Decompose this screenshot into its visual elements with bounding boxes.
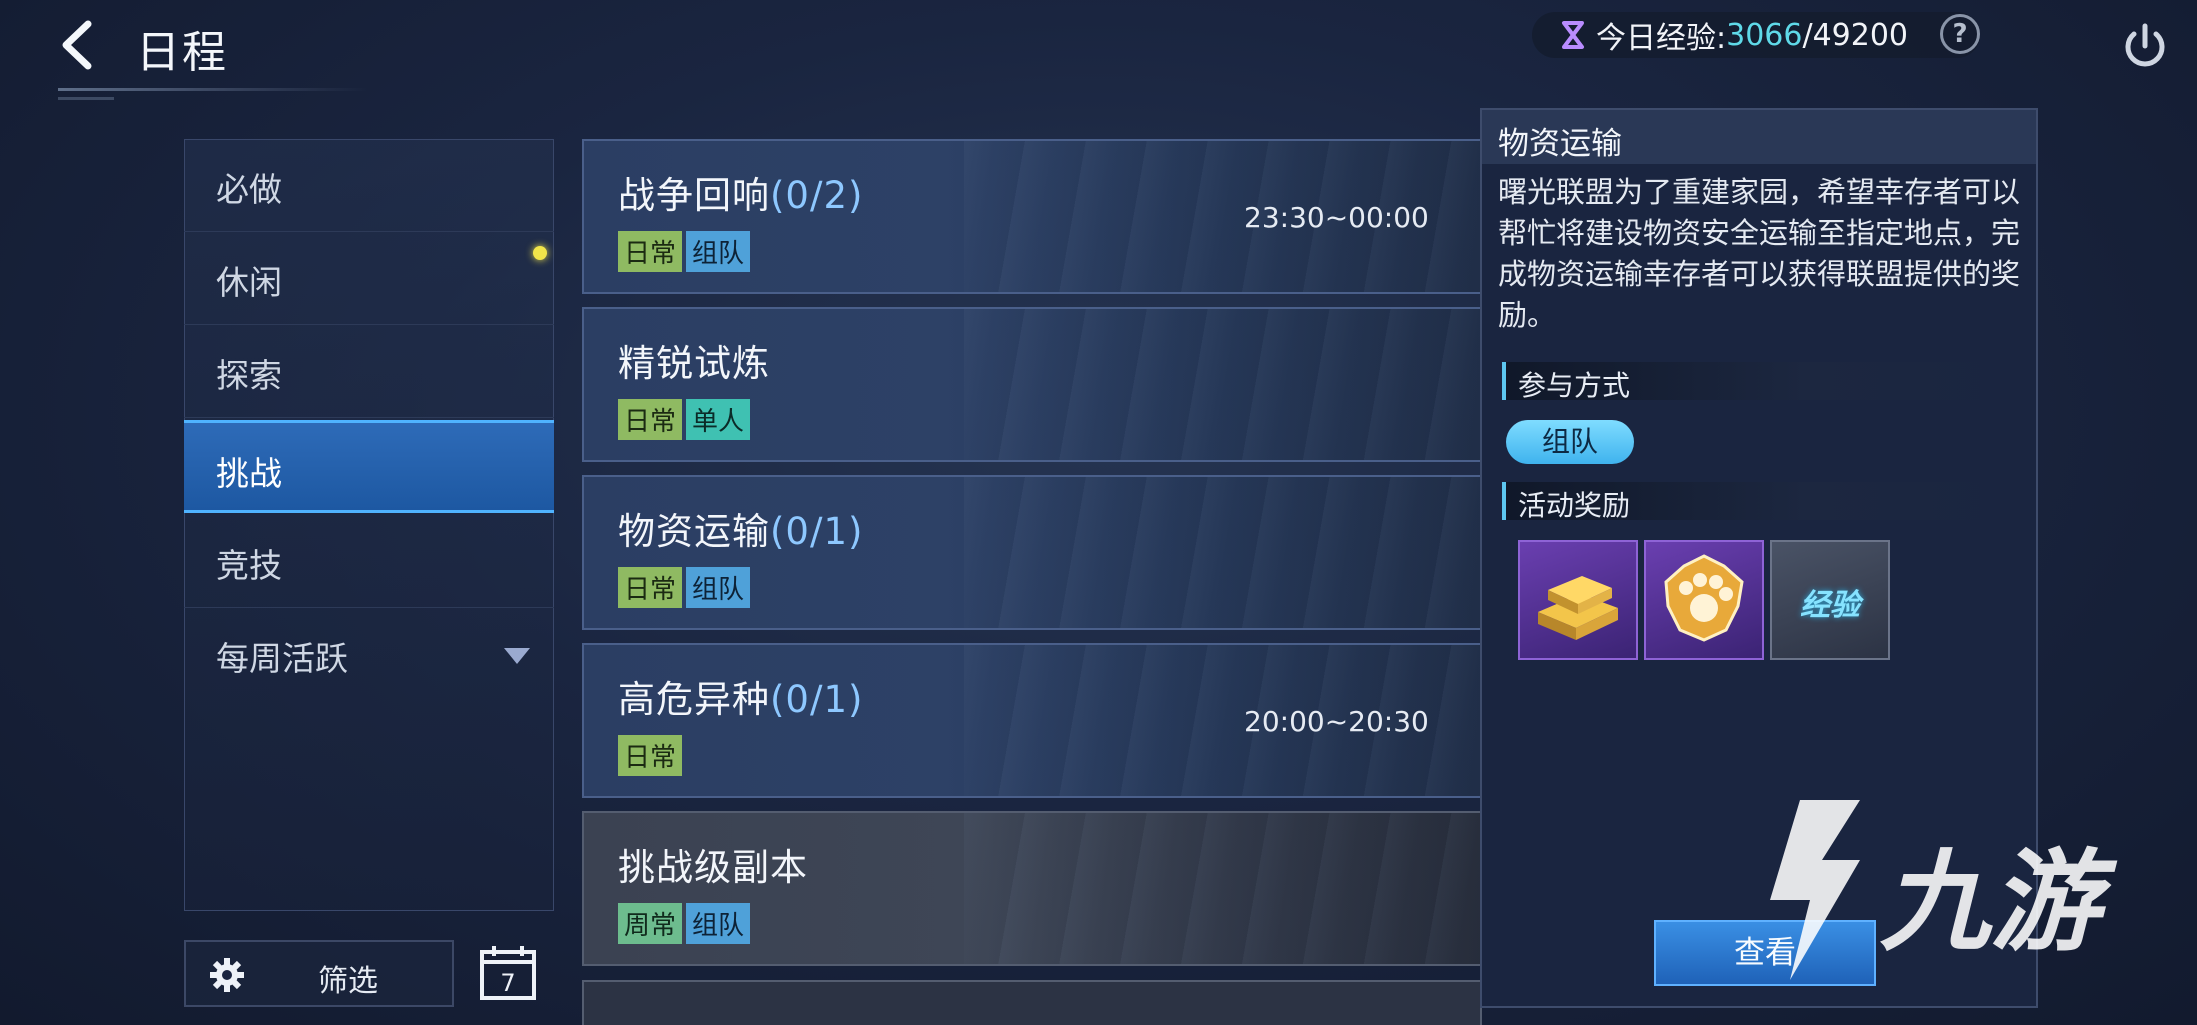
menu-item-compete[interactable]: 竞技 [184,515,554,608]
activity-card-supply-transport[interactable]: 物资运输(0/1) 日常 组队 [582,475,1482,630]
page-title: 日程 [136,27,228,78]
expand-triangle-icon[interactable] [504,648,530,664]
tag-daily: 日常 [618,399,683,440]
activity-card-elite-trial[interactable]: 精锐试炼 日常 单人 [582,307,1482,462]
notification-dot [533,246,547,260]
menu-item-challenge[interactable]: 挑战 [184,420,554,513]
reward-experience[interactable]: 经验 [1770,540,1890,660]
gear-icon [210,958,244,992]
tag-solo: 单人 [686,399,751,440]
menu-item-leisure[interactable]: 休闲 [184,232,554,325]
filter-button[interactable]: 筛选 [184,940,454,1007]
activity-name: 挑战级副本 [618,837,808,891]
activity-count: (0/2) [770,174,864,217]
tag-team: 组队 [686,903,751,944]
activity-tags: 日常 [618,735,683,776]
activity-time: 23:30~00:00 [1244,201,1429,234]
detail-title: 物资运输 [1498,126,1622,162]
activity-name: 物资运输(0/1) [618,501,863,555]
tag-team: 组队 [686,231,751,272]
tag-weekly: 周常 [618,903,683,944]
watermark-logo: 九游 [1770,800,2118,980]
section-title: 参与方式 [1518,369,1631,402]
menu-item-explore[interactable]: 探索 [184,325,554,418]
tag-daily: 日常 [618,567,683,608]
tag-team: 组队 [686,567,751,608]
back-arrow-icon[interactable] [54,18,102,72]
activity-count: (0/1) [770,678,864,721]
reward-gold-bars[interactable] [1518,540,1638,660]
activity-title: 物资运输 [618,510,770,553]
activity-card-challenge-dungeon[interactable]: 挑战级副本 周常 组队 [582,811,1482,966]
exp-reward-text: 经验 [1800,588,1860,623]
menu-item-weekly-active[interactable]: 每周活跃 [184,608,554,701]
paw-badge-icon [1664,554,1744,642]
exp-current: 3066 [1726,17,1803,53]
filter-label: 筛选 [318,964,378,999]
menu-item-label: 竞技 [216,546,282,585]
card-scene-image [964,309,1480,460]
activity-title: 挑战级副本 [618,846,808,889]
participation-mode-pill[interactable]: 组队 [1506,420,1634,464]
activity-card-partial[interactable] [582,980,1482,1025]
hourglass-exp-icon [1562,21,1584,49]
power-icon[interactable] [2118,20,2172,74]
menu-item-label: 挑战 [216,454,282,493]
activity-count: (0/1) [770,510,864,553]
activity-name: 高危异种(0/1) [618,669,863,723]
activity-tags: 日常 组队 [618,567,751,608]
title-underline-accent [58,97,114,100]
watermark-text: 九游 [1880,838,2118,966]
exp-max: /49200 [1802,17,1909,53]
panel-header: 物资运输 [1482,110,2036,164]
help-icon[interactable]: ? [1940,14,1980,54]
card-scene-image [964,813,1480,964]
menu-item-label: 必做 [216,170,282,209]
activity-name: 战争回响(0/2) [618,165,863,219]
activity-tags: 日常 单人 [618,399,751,440]
activity-time: 20:00~20:30 [1244,705,1429,738]
gold-bars-icon [1538,576,1618,640]
card-scene-image [964,477,1480,628]
activity-tags: 周常 组队 [618,903,751,944]
activity-title: 精锐试炼 [618,342,770,385]
activity-name: 精锐试炼 [618,333,770,387]
activity-title: 高危异种 [618,678,770,721]
calendar-day-number: 7 [500,969,515,997]
menu-item-must-do[interactable]: 必做 [184,139,554,232]
calendar-icon[interactable]: 7 [478,944,538,1002]
activity-title: 战争回响 [618,174,770,217]
menu-item-label: 探索 [216,356,282,395]
tag-daily: 日常 [618,735,683,776]
activity-card-war-echo[interactable]: 战争回响(0/2) 日常 组队 23:30~00:00 [582,139,1482,294]
menu-item-label: 休闲 [216,263,282,302]
menu-item-label: 每周活跃 [216,639,348,678]
detail-description: 曙光联盟为了重建家园，希望幸存者可以帮忙将建设物资安全运输至指定地点，完成物资运… [1498,175,2021,332]
activity-tags: 日常 组队 [618,231,751,272]
daily-exp-counter: 今日经验: 3066 /49200 [1532,12,1980,58]
participation-section-header: 参与方式 [1502,362,2006,402]
exp-label: 今日经验: [1596,21,1727,56]
reward-paw-badge[interactable] [1644,540,1764,660]
rewards-section-header: 活动奖励 [1502,482,2006,522]
tag-daily: 日常 [618,231,683,272]
activity-card-high-risk-mutant[interactable]: 高危异种(0/1) 日常 20:00~20:30 [582,643,1482,798]
section-title: 活动奖励 [1518,489,1631,522]
title-underline [58,88,368,91]
